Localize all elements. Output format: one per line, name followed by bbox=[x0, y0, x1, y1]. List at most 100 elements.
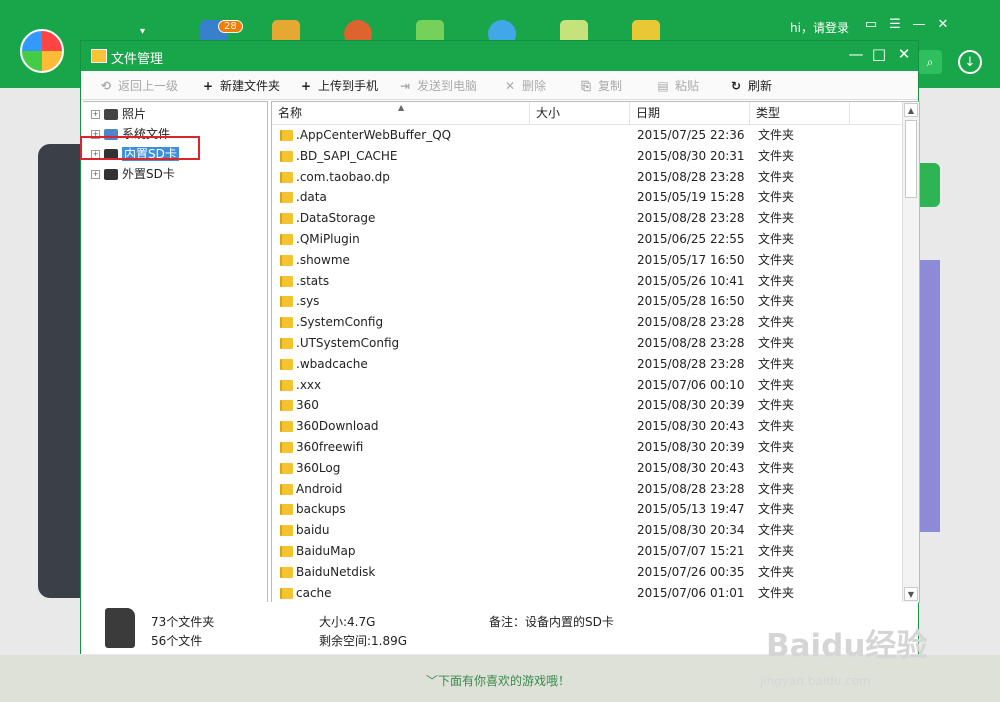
toolbar-button[interactable]: ▤ 粘贴 bbox=[656, 77, 699, 94]
table-row[interactable]: cache 2015/07/06 01:01 文件夹 bbox=[272, 583, 902, 602]
download-icon[interactable]: ↓ bbox=[958, 50, 982, 74]
file-type: 文件夹 bbox=[758, 294, 795, 309]
toolbar-button[interactable]: ✕ 删除 bbox=[503, 77, 546, 94]
toolbar-button[interactable]: ↻ 刷新 bbox=[729, 77, 772, 94]
table-row[interactable]: .com.taobao.dp 2015/08/28 23:28 文件夹 bbox=[272, 167, 902, 188]
table-row[interactable]: .stats 2015/05/26 10:41 文件夹 bbox=[272, 271, 902, 292]
folder-icon bbox=[280, 254, 293, 266]
table-row[interactable]: Android 2015/08/28 23:28 文件夹 bbox=[272, 479, 902, 500]
folder-icon bbox=[91, 49, 107, 63]
chevron-down-icon[interactable]: ▾ bbox=[140, 26, 145, 37]
column-size[interactable]: 大小 bbox=[530, 102, 630, 124]
minimize-button[interactable]: — bbox=[847, 45, 865, 63]
sort-up-icon: ▲ bbox=[398, 103, 405, 112]
file-date: 2015/07/06 01:01 bbox=[637, 585, 745, 600]
folder-tree: + 照片 + 系统文件 + 内置SD卡 + 外置SD卡 bbox=[83, 101, 268, 603]
tree-node[interactable]: + 照片 bbox=[91, 105, 146, 123]
file-name: .AppCenterWebBuffer_QQ bbox=[296, 128, 452, 142]
file-name: .SystemConfig bbox=[296, 315, 384, 330]
file-name: .QMiPlugin bbox=[296, 231, 360, 246]
toolbar-label: 新建文件夹 bbox=[220, 79, 281, 93]
toolbar-icon: ⟲ bbox=[100, 79, 112, 93]
table-row[interactable]: 360 2015/08/30 20:39 文件夹 bbox=[272, 395, 902, 416]
toolbar-button[interactable]: + 新建文件夹 bbox=[201, 77, 280, 94]
folder-icon bbox=[280, 275, 293, 287]
tree-node[interactable]: + 外置SD卡 bbox=[91, 165, 175, 183]
file-date: 2015/08/30 20:39 bbox=[637, 398, 745, 413]
file-type: 文件夹 bbox=[758, 564, 795, 579]
scroll-up-icon[interactable]: ▲ bbox=[904, 103, 918, 117]
file-date: 2015/08/30 20:43 bbox=[637, 419, 745, 434]
window-title-bar[interactable]: 文件管理 — □ ✕ bbox=[81, 41, 918, 71]
folder-icon bbox=[280, 545, 293, 557]
table-row[interactable]: .data 2015/05/19 15:28 文件夹 bbox=[272, 187, 902, 208]
toolbar-button[interactable]: ⟲ 返回上一级 bbox=[99, 77, 178, 94]
folder-icon bbox=[280, 504, 293, 516]
scroll-down-icon[interactable]: ▼ bbox=[904, 587, 918, 601]
file-type: 文件夹 bbox=[758, 356, 795, 371]
file-name: BaiduNetdisk bbox=[296, 564, 376, 579]
file-type: 文件夹 bbox=[758, 335, 795, 350]
games-link[interactable]: ﹀下面有你喜欢的游戏哦！ bbox=[426, 672, 570, 689]
folder-icon bbox=[280, 587, 293, 599]
table-row[interactable]: .SystemConfig 2015/08/28 23:28 文件夹 bbox=[272, 312, 902, 333]
maximize-button[interactable]: □ bbox=[870, 45, 888, 63]
scrollbar-thumb[interactable] bbox=[905, 120, 917, 198]
table-row[interactable]: .xxx 2015/07/06 00:10 文件夹 bbox=[272, 375, 902, 396]
file-type: 文件夹 bbox=[758, 398, 795, 413]
close-button[interactable]: ✕ bbox=[895, 45, 913, 63]
minimize-icon[interactable]: — bbox=[912, 17, 926, 32]
file-name: 360 bbox=[296, 398, 319, 413]
folder-icon bbox=[280, 566, 293, 578]
file-name: .DataStorage bbox=[296, 211, 376, 226]
vertical-scrollbar[interactable]: ▲ ▼ bbox=[902, 102, 919, 602]
file-date: 2015/08/30 20:43 bbox=[637, 460, 745, 475]
table-row[interactable]: 360Download 2015/08/30 20:43 文件夹 bbox=[272, 416, 902, 437]
file-name: baidu bbox=[296, 523, 330, 538]
file-name: .sys bbox=[296, 294, 320, 309]
table-row[interactable]: .sys 2015/05/28 16:50 文件夹 bbox=[272, 291, 902, 312]
file-date: 2015/08/28 23:28 bbox=[637, 356, 745, 371]
expand-icon[interactable]: + bbox=[91, 110, 100, 119]
table-row[interactable]: 360Log 2015/08/30 20:43 文件夹 bbox=[272, 458, 902, 479]
table-row[interactable]: BaiduMap 2015/07/07 15:21 文件夹 bbox=[272, 541, 902, 562]
file-name: .showme bbox=[296, 252, 350, 267]
expand-icon[interactable]: + bbox=[91, 170, 100, 179]
search-icon[interactable]: ⌕ bbox=[918, 50, 942, 74]
table-row[interactable]: .QMiPlugin 2015/06/25 22:55 文件夹 bbox=[272, 229, 902, 250]
toolbar-button[interactable]: ⇥ 发送到电脑 bbox=[398, 77, 477, 94]
table-row[interactable]: 360freewifi 2015/08/30 20:39 文件夹 bbox=[272, 437, 902, 458]
file-name: 360freewifi bbox=[296, 439, 364, 454]
file-date: 2015/08/28 23:28 bbox=[637, 169, 745, 184]
toolbar-label: 复制 bbox=[598, 79, 623, 93]
file-name: BaiduMap bbox=[296, 543, 356, 558]
table-row[interactable]: .wbadcache 2015/08/28 23:28 文件夹 bbox=[272, 354, 902, 375]
folder-icon bbox=[280, 337, 293, 349]
table-row[interactable]: BaiduNetdisk 2015/07/26 00:35 文件夹 bbox=[272, 562, 902, 583]
table-row[interactable]: .AppCenterWebBuffer_QQ 2015/07/25 22:36 文件… bbox=[272, 125, 902, 146]
folder-icon bbox=[280, 483, 293, 495]
toolbar-icon: ▤ bbox=[657, 79, 669, 93]
file-type: 文件夹 bbox=[758, 377, 795, 392]
column-name[interactable]: 名称 ▲ bbox=[272, 102, 530, 124]
file-rows: .AppCenterWebBuffer_QQ 2015/07/25 22:36 文件… bbox=[272, 125, 902, 602]
toolbar-button[interactable]: + 上传到手机 bbox=[299, 77, 378, 94]
table-row[interactable]: baidu 2015/08/30 20:34 文件夹 bbox=[272, 520, 902, 541]
table-row[interactable]: .showme 2015/05/17 16:50 文件夹 bbox=[272, 250, 902, 271]
app-logo-icon[interactable] bbox=[20, 29, 64, 73]
login-link[interactable]: hi，请登录 bbox=[790, 19, 849, 36]
table-row[interactable]: .BD_SAPI_CACHE 2015/08/30 20:31 文件夹 bbox=[272, 146, 902, 167]
file-count: 56个文件 bbox=[151, 634, 203, 648]
table-row[interactable]: .UTSystemConfig 2015/08/28 23:28 文件夹 bbox=[272, 333, 902, 354]
column-date[interactable]: 日期 bbox=[630, 102, 750, 124]
close-icon[interactable]: ✕ bbox=[936, 17, 950, 32]
toolbar-button[interactable]: ⎘ 复制 bbox=[579, 77, 622, 94]
chat-icon[interactable]: ▭ bbox=[864, 17, 878, 32]
file-list-header: 名称 ▲ 大小 日期 类型 bbox=[272, 102, 902, 125]
table-row[interactable]: backups 2015/05/13 19:47 文件夹 bbox=[272, 499, 902, 520]
folder-icon bbox=[280, 233, 293, 245]
column-type[interactable]: 类型 bbox=[750, 102, 850, 124]
table-row[interactable]: .DataStorage 2015/08/28 23:28 文件夹 bbox=[272, 208, 902, 229]
list-icon[interactable]: ☰ bbox=[888, 17, 902, 32]
file-date: 2015/08/30 20:34 bbox=[637, 523, 745, 538]
